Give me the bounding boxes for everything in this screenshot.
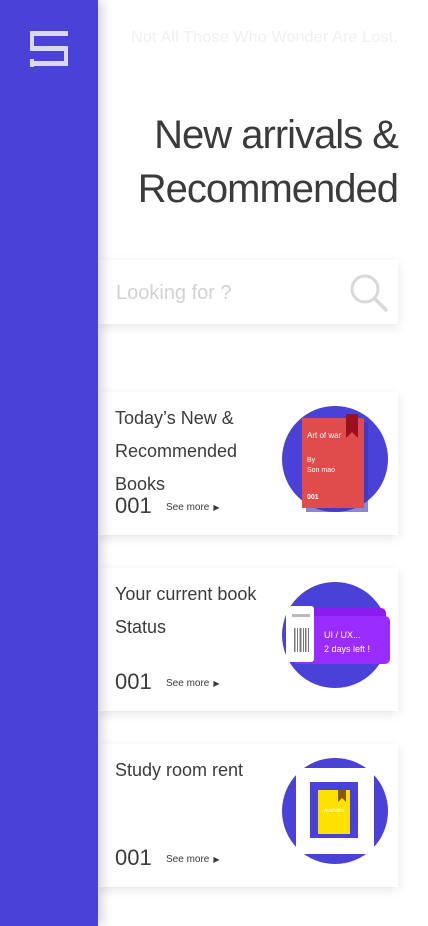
ticket-line-2: 2 days left ! [324,644,370,654]
study-room-illustration: Available [282,758,388,864]
see-more-label: See more [166,678,210,689]
see-more-link[interactable]: See more ▶ [166,854,220,865]
play-arrow-icon: ▶ [213,679,220,688]
card-count: 001 [115,845,152,870]
ticket-illustration: UI / UX... 2 days left ! [282,582,390,688]
book-illustration: Art of war By Son mao 001 [282,406,388,512]
menu-icon [30,31,68,67]
card-title: Today’s New & Recommended Books [115,408,238,494]
book-author: Son mao [307,467,335,474]
sidebar [0,0,98,926]
menu-button[interactable] [29,29,69,69]
page-title: New arrivals & Recommended [78,108,399,216]
play-arrow-icon: ▶ [213,503,220,512]
see-more-label: See more [166,854,210,865]
book-code: 001 [307,494,319,501]
card-title: Your current book Status [115,584,257,637]
card-count: 001 [115,493,152,518]
see-more-label: See more [166,502,210,513]
card-book-status[interactable]: Your current book Status 001 See more ▶ … [98,568,398,711]
search-input[interactable] [114,274,338,312]
book-by: By [307,457,316,464]
page-title-line-2: Recommended [137,167,399,211]
tagline: Not All Those Who Wonder Are Lost. [131,29,398,46]
see-more-link[interactable]: See more ▶ [166,502,220,513]
ticket-line-1: UI / UX... [324,630,361,640]
search-bar [98,260,398,324]
play-arrow-icon: ▶ [213,855,220,864]
room-status: Available [324,808,344,814]
card-new-recommended[interactable]: Today’s New & Recommended Books 001 See … [98,392,398,535]
see-more-link[interactable]: See more ▶ [166,678,220,689]
book-title: Art of war [307,431,342,440]
card-study-room[interactable]: Study room rent 001 See more ▶ Available [98,744,398,887]
search-icon[interactable] [350,274,388,312]
card-count: 001 [115,669,152,694]
page-title-line-1: New arrivals & [154,113,399,157]
card-title: Study room rent [115,760,244,780]
